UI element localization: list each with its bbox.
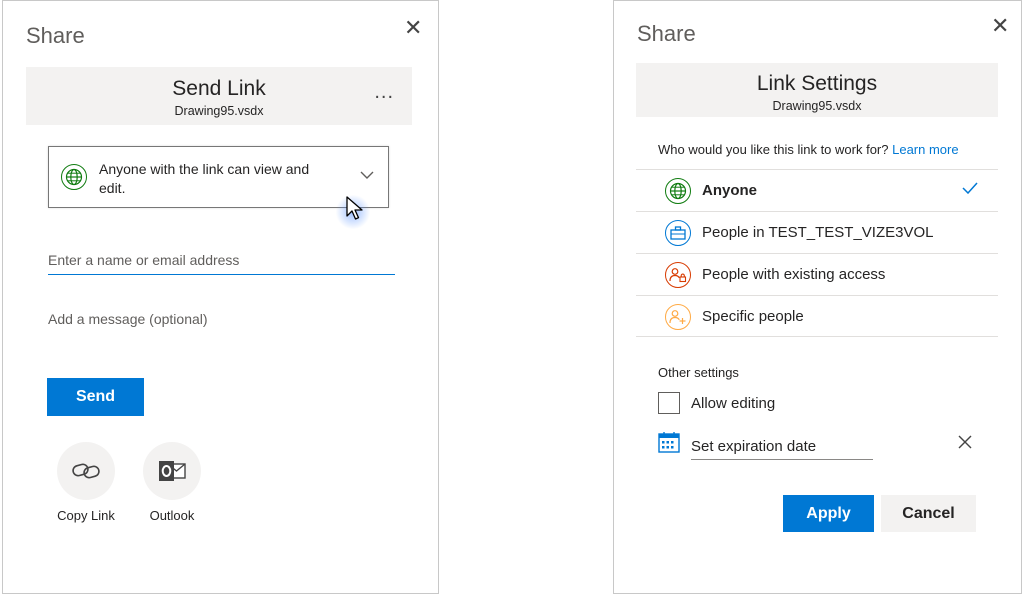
option-existing-access[interactable]: People with existing access [636, 253, 998, 295]
close-icon[interactable]: ✕ [404, 17, 422, 39]
link-settings-pane: Share ✕ Link Settings Drawing95.vsdx Who… [613, 0, 1022, 594]
send-link-pane: Share ✕ Send Link Drawing95.vsdx ... Any… [2, 0, 439, 594]
send-link-header: Send Link Drawing95.vsdx ... [26, 67, 412, 125]
permission-text: Anyone with the link can view and edit. [99, 161, 310, 196]
allow-editing-label: Allow editing [691, 395, 776, 412]
option-specific-people[interactable]: Specific people [636, 295, 998, 337]
other-settings-heading: Other settings [658, 365, 739, 380]
link-icon [57, 442, 115, 500]
globe-icon [61, 164, 87, 190]
option-anyone[interactable]: Anyone [636, 169, 998, 211]
people-lock-icon [665, 262, 691, 288]
globe-icon [665, 178, 691, 204]
allow-editing-checkbox[interactable] [658, 392, 680, 414]
chevron-down-icon [360, 171, 374, 179]
checkmark-icon [962, 182, 978, 194]
header-title: Link Settings [756, 72, 878, 95]
more-options-icon[interactable]: ... [374, 81, 394, 104]
learn-more-link[interactable]: Learn more [892, 142, 958, 157]
outlook-icon [143, 442, 201, 500]
link-settings-header: Link Settings Drawing95.vsdx [636, 63, 998, 117]
option-organization[interactable]: People in TEST_TEST_VIZE3VOL [636, 211, 998, 253]
audience-question-text: Who would you like this link to work for… [658, 142, 889, 157]
file-name: Drawing95.vsdx [174, 104, 264, 118]
copy-link-label: Copy Link [57, 508, 115, 523]
option-label: Anyone [702, 182, 758, 199]
expiration-date-input[interactable] [691, 433, 873, 460]
message-input[interactable] [48, 305, 395, 333]
outlook-button[interactable]: Outlook [141, 442, 203, 523]
option-label: People in TEST_TEST_VIZE3VOL [702, 224, 934, 241]
mouse-cursor-icon [346, 196, 363, 220]
close-icon[interactable]: ✕ [991, 15, 1009, 37]
apply-button[interactable]: Apply [783, 495, 874, 532]
copy-link-button[interactable]: Copy Link [55, 442, 117, 523]
email-input[interactable] [48, 245, 395, 275]
send-button[interactable]: Send [47, 378, 144, 416]
file-name: Drawing95.vsdx [772, 99, 862, 113]
pane-title: Share [26, 23, 85, 48]
audience-question: Who would you like this link to work for… [658, 142, 959, 157]
outlook-label: Outlook [149, 508, 195, 523]
calendar-icon[interactable] [658, 431, 680, 453]
briefcase-icon [665, 220, 691, 246]
people-add-icon [665, 304, 691, 330]
link-permission-dropdown[interactable]: Anyone with the link can view and edit. [48, 146, 389, 208]
option-label: Specific people [702, 308, 804, 325]
header-title: Send Link [172, 77, 266, 100]
cancel-button[interactable]: Cancel [881, 495, 976, 532]
option-label: People with existing access [702, 266, 886, 283]
clear-date-icon[interactable] [957, 434, 973, 450]
pane-title: Share [637, 21, 696, 46]
